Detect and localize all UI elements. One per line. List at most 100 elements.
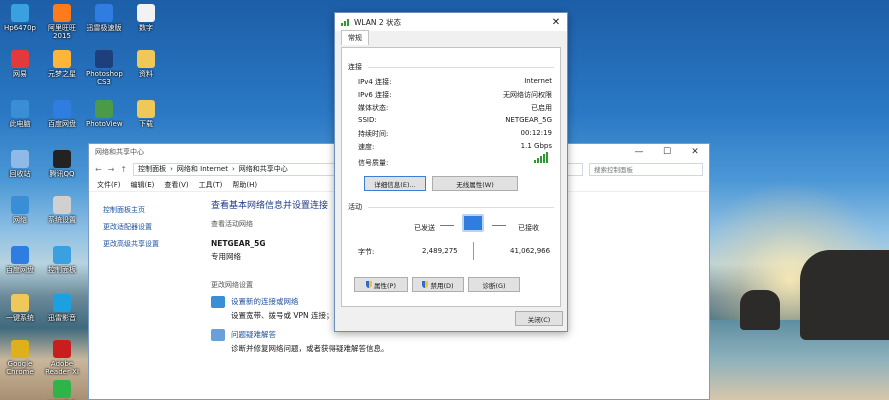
network-activity-icon: [462, 214, 484, 232]
network-setup-icon: [211, 296, 225, 308]
app-icon: [137, 4, 155, 22]
activity-group-label: 活动: [348, 202, 554, 212]
wlan-status-dialog: WLAN 2 状态 ✕ 常规 连接 IPv4 连接: Internet IPv6 …: [334, 12, 568, 332]
desktop-icon-label: 百度网盘: [48, 120, 76, 128]
details-button[interactable]: 详细信息(E)...: [364, 176, 426, 191]
properties-button[interactable]: 属性(P): [354, 277, 408, 292]
app-icon: [11, 4, 29, 22]
desktop-icon-label: 资料: [139, 70, 153, 78]
tab-general[interactable]: 常规: [341, 30, 369, 45]
close-dialog-button[interactable]: 关闭(C): [515, 311, 563, 326]
desktop-icon[interactable]: 控制面板: [44, 246, 80, 274]
diagnose-button[interactable]: 诊断(G): [468, 277, 520, 292]
desktop-icon[interactable]: 迅雷影音: [44, 294, 80, 322]
general-panel: 连接 IPv4 连接: Internet IPv6 连接: 无网络访问权限 媒体状态…: [341, 47, 561, 307]
forward-arrow-icon[interactable]: →: [108, 165, 115, 174]
desktop-icon-label: 此电脑: [9, 120, 31, 128]
menu-edit[interactable]: 编辑(E): [131, 180, 155, 190]
desktop-icon[interactable]: 百度网盘: [44, 100, 80, 128]
disable-button[interactable]: 禁用(D): [412, 277, 464, 292]
breadcrumb-1[interactable]: 控制面板: [138, 164, 166, 174]
activity-divider: [473, 242, 474, 260]
desktop-icon[interactable]: 阿里旺旺2015: [44, 4, 80, 40]
cp-window-title: 网络和共享中心: [95, 148, 144, 156]
menu-tools[interactable]: 工具(T): [199, 180, 223, 190]
app-icon: [53, 380, 71, 398]
minimize-button[interactable]: —: [625, 147, 653, 157]
shield-icon: [422, 281, 429, 288]
desktop-icon[interactable]: Google Chrome: [2, 340, 38, 376]
desktop-icon-label: 回收站: [9, 170, 31, 178]
bytes-label: 字节:: [358, 248, 375, 256]
app-icon: [95, 50, 113, 68]
back-arrow-icon[interactable]: ←: [95, 165, 102, 174]
sidebar-item-adapter[interactable]: 更改适配器设置: [103, 219, 159, 236]
desktop-icon[interactable]: 网络: [2, 196, 38, 224]
desktop-icon-label: 系统设置: [48, 216, 76, 224]
breadcrumb-2[interactable]: 网络和 Internet: [177, 164, 228, 174]
app-icon: [53, 4, 71, 22]
desktop-icon[interactable]: 腾讯QQ: [44, 150, 80, 178]
wireless-properties-button[interactable]: 无线属性(W): [432, 176, 518, 191]
media-state-row: 媒体状态: 已启用: [358, 104, 552, 112]
desktop-icon[interactable]: 回收站: [2, 150, 38, 178]
app-icon: [53, 246, 71, 264]
desktop-icon-label: 阿里旺旺2015: [48, 24, 76, 40]
app-icon: [11, 100, 29, 118]
sent-dash: [440, 225, 454, 226]
menu-file[interactable]: 文件(F): [97, 180, 121, 190]
desktop-icon[interactable]: Hp6470p: [2, 4, 38, 32]
rock-formation-small: [740, 290, 780, 330]
maximize-button[interactable]: ☐: [653, 147, 681, 157]
desktop-icon-label: 元梦之星: [48, 70, 76, 78]
desktop-icon[interactable]: 系统设置: [44, 196, 80, 224]
desktop-icon[interactable]: WPS云文档: [44, 380, 80, 400]
app-icon: [11, 196, 29, 214]
app-icon: [53, 150, 71, 168]
rock-formation: [800, 250, 889, 340]
desktop-icon[interactable]: 网易: [2, 50, 38, 78]
desktop-icon-label: 迅雷影音: [48, 314, 76, 322]
app-icon: [137, 50, 155, 68]
app-icon: [53, 196, 71, 214]
chevron-right-icon: ›: [170, 165, 173, 173]
app-icon: [137, 100, 155, 118]
received-dash: [492, 225, 506, 226]
connection-group-label: 连接: [348, 62, 554, 72]
desktop-icon[interactable]: 元梦之星: [44, 50, 80, 78]
shield-icon: [366, 281, 372, 288]
duration-row: 持续时间: 00:12:19: [358, 129, 552, 138]
desktop-icon[interactable]: Adobe Reader XI: [44, 340, 80, 376]
desktop-icon-label: 下载: [139, 120, 153, 128]
close-button[interactable]: ✕: [681, 147, 709, 157]
ipv4-row: IPv4 连接: Internet: [358, 77, 552, 86]
desktop-icon[interactable]: PhotoView: [86, 100, 123, 128]
breadcrumb-3[interactable]: 网络和共享中心: [239, 164, 288, 174]
menu-help[interactable]: 帮助(H): [232, 180, 257, 190]
desktop-icon[interactable]: 数字: [128, 4, 164, 32]
signal-quality-row: 信号质量:: [358, 159, 389, 167]
desktop-icon-label: 迅雷极速版: [86, 24, 122, 32]
desktop-icon[interactable]: Photoshop CS3: [86, 50, 123, 86]
dialog-close-icon[interactable]: ✕: [545, 17, 567, 28]
dialog-title: WLAN 2 状态: [354, 17, 402, 27]
desktop-icon[interactable]: 一键系统: [2, 294, 38, 322]
menu-view[interactable]: 查看(V): [164, 180, 188, 190]
desktop-icon[interactable]: 资料: [128, 50, 164, 78]
desktop-icon[interactable]: 此电脑: [2, 100, 38, 128]
desktop-icon-label: 控制面板: [48, 266, 76, 274]
desktop-icon[interactable]: 百度网盘: [2, 246, 38, 274]
up-arrow-icon[interactable]: ↑: [120, 165, 127, 174]
app-icon: [53, 294, 71, 312]
sidebar-item-home[interactable]: 控制面板主页: [103, 202, 159, 219]
search-input[interactable]: 搜索控制面板: [589, 162, 703, 176]
desktop-icon[interactable]: 迅雷极速版: [86, 4, 122, 32]
wifi-signal-icon: [341, 18, 349, 26]
sidebar-item-advanced-sharing[interactable]: 更改高级共享设置: [103, 236, 159, 253]
desktop-icon[interactable]: 下载: [128, 100, 164, 128]
desktop-icon-label: Photoshop CS3: [86, 70, 123, 86]
troubleshoot-desc: 诊断并修复网络问题，或者获得疑难解答信息。: [231, 344, 389, 353]
app-icon: [11, 294, 29, 312]
search-placeholder: 搜索控制面板: [594, 166, 633, 174]
dialog-titlebar: WLAN 2 状态 ✕: [335, 13, 567, 31]
